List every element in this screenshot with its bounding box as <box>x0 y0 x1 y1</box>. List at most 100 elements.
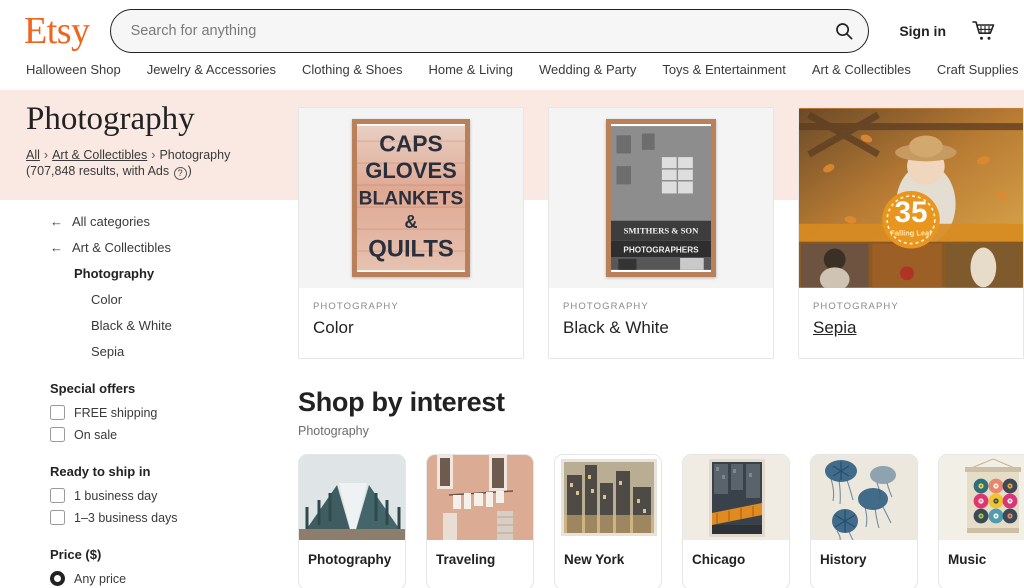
filter-heading-ready-to-ship: Ready to ship in <box>50 464 296 479</box>
category-card-black-white-caption: PHOTOGRAPHY Black & White <box>549 288 773 358</box>
category-card-sepia-caption: PHOTOGRAPHY Sepia <box>799 288 1023 358</box>
category-card-color[interactable]: CAPS GLOVES BLANKETS & QUILTS PHOTOGRAPH… <box>298 107 524 359</box>
category-nav: Halloween Shop Jewelry & Accessories Clo… <box>0 62 1024 91</box>
category-card-sepia[interactable]: 35 Falling Leaf PHOTOGRAPHY Sepia <box>798 107 1024 359</box>
breadcrumb: All›Art & Collectibles›Photography <box>26 146 296 164</box>
nav-item-toys-entertainment[interactable]: Toys & Entertainment <box>662 62 786 77</box>
filter-option-any-price-label: Any price <box>74 572 126 586</box>
interest-tile-music-label: Music <box>939 540 1024 588</box>
interest-tile-traveling-image <box>427 455 533 540</box>
svg-text:35: 35 <box>894 196 927 229</box>
filter-option-1-business-day-label: 1 business day <box>74 489 157 503</box>
filter-option-free-shipping[interactable]: FREE shipping <box>50 405 296 420</box>
interest-tile-new-york[interactable]: New York <box>554 454 662 588</box>
radio-any-price[interactable] <box>50 571 65 586</box>
sidebar-subcategory-color[interactable]: Color <box>91 292 296 307</box>
interest-tile-history-image <box>811 455 917 540</box>
interest-tile-photography-image <box>299 455 405 540</box>
search-input[interactable] <box>110 9 870 53</box>
breadcrumb-separator-2: › <box>151 148 155 162</box>
category-card-color-caption: PHOTOGRAPHY Color <box>299 288 523 358</box>
filter-option-1-3-business-days-label: 1–3 business days <box>74 511 178 525</box>
sidebar-back-all-categories-label: All categories <box>72 214 150 229</box>
sidebar-current-category: Photography <box>74 266 296 281</box>
category-card-black-white-eyebrow: PHOTOGRAPHY <box>563 301 759 312</box>
svg-text:PHOTOGRAPHERS: PHOTOGRAPHERS <box>623 246 699 255</box>
checkbox-1-3-business-days[interactable] <box>50 510 65 525</box>
interest-tile-history[interactable]: History <box>810 454 918 588</box>
nav-item-wedding-party[interactable]: Wedding & Party <box>539 62 636 77</box>
site-header: Etsy Sign in <box>0 0 1024 62</box>
breadcrumb-all[interactable]: All <box>26 148 40 162</box>
filter-option-1-3-business-days[interactable]: 1–3 business days <box>50 510 296 525</box>
breadcrumb-current: Photography <box>159 148 230 162</box>
interest-tile-music[interactable]: Music <box>938 454 1024 588</box>
filter-heading-price: Price ($) <box>50 547 296 562</box>
vinyl-records-photo <box>939 455 1024 540</box>
checkbox-1-business-day[interactable] <box>50 488 65 503</box>
autumn-ad-artwork: 35 Falling Leaf <box>799 108 1023 288</box>
checkbox-on-sale[interactable] <box>50 427 65 442</box>
cart-button[interactable] <box>972 20 996 42</box>
question-mark-icon[interactable]: ? <box>174 167 187 180</box>
city-skyline-photo <box>555 455 661 540</box>
filter-panel: ← All categories ← Art & Collectibles Ph… <box>24 214 296 588</box>
category-card-color-image: CAPS GLOVES BLANKETS & QUILTS <box>299 108 523 288</box>
filter-option-free-shipping-label: FREE shipping <box>74 406 157 420</box>
filter-option-on-sale-label: On sale <box>74 428 117 442</box>
interest-tile-row: Photography <box>298 454 1024 588</box>
elevated-train-photo <box>683 455 789 540</box>
filter-group-special-offers: Special offers FREE shipping On sale <box>50 381 296 442</box>
sidebar-subcategory-sepia[interactable]: Sepia <box>91 344 296 359</box>
interest-tile-chicago-image <box>683 455 789 540</box>
category-card-color-title: Color <box>313 318 509 338</box>
category-card-row: CAPS GLOVES BLANKETS & QUILTS PHOTOGRAPH… <box>298 107 1024 359</box>
bridge-photo <box>299 455 405 540</box>
nav-item-art-collectibles[interactable]: Art & Collectibles <box>812 62 911 77</box>
jellyfish-photo <box>811 455 917 540</box>
nav-item-clothing-shoes[interactable]: Clothing & Shoes <box>302 62 402 77</box>
results-prefix: (707,848 results, with Ads <box>26 164 173 178</box>
nav-item-home-living[interactable]: Home & Living <box>428 62 513 77</box>
sidebar-back-all-categories[interactable]: ← All categories <box>50 214 296 229</box>
filter-option-1-business-day[interactable]: 1 business day <box>50 488 296 503</box>
etsy-logo[interactable]: Etsy <box>24 12 90 50</box>
interest-tile-photography-label: Photography <box>299 540 405 588</box>
shop-by-interest-subtitle: Photography <box>298 424 1024 438</box>
shop-by-interest-section: Shop by interest Photography <box>298 387 1024 588</box>
category-card-black-white-image: SMITHERS & SON PHOTOGRAPHERS <box>549 108 773 288</box>
sidebar-subcategory-black-white[interactable]: Black & White <box>91 318 296 333</box>
nav-item-halloween-shop[interactable]: Halloween Shop <box>26 62 121 77</box>
category-card-color-eyebrow: PHOTOGRAPHY <box>313 301 509 312</box>
category-card-sepia-eyebrow: PHOTOGRAPHY <box>813 301 1009 312</box>
sign-poster-artwork: CAPS GLOVES BLANKETS & QUILTS <box>352 119 470 277</box>
building-photo-artwork: SMITHERS & SON PHOTOGRAPHERS <box>606 119 716 277</box>
main-content: CAPS GLOVES BLANKETS & QUILTS PHOTOGRAPH… <box>296 91 1024 588</box>
sidebar-back-art-collectibles[interactable]: ← Art & Collectibles <box>50 240 296 255</box>
category-card-sepia-image: 35 Falling Leaf <box>799 108 1023 288</box>
filter-heading-special-offers: Special offers <box>50 381 296 396</box>
laundry-wall-photo <box>427 455 533 540</box>
interest-tile-history-label: History <box>811 540 917 588</box>
checkbox-free-shipping[interactable] <box>50 405 65 420</box>
results-count-line: (707,848 results, with Ads ?) <box>26 164 296 180</box>
svg-text:CAPS: CAPS <box>379 130 443 156</box>
svg-text:SMITHERS & SON: SMITHERS & SON <box>624 225 700 235</box>
category-card-sepia-title: Sepia <box>813 318 1009 338</box>
interest-tile-traveling-label: Traveling <box>427 540 533 588</box>
category-card-black-white[interactable]: SMITHERS & SON PHOTOGRAPHERS PHOTOGRAPHY… <box>548 107 774 359</box>
breadcrumb-art-collectibles[interactable]: Art & Collectibles <box>52 148 147 162</box>
interest-tile-photography[interactable]: Photography <box>298 454 406 588</box>
shop-by-interest-title: Shop by interest <box>298 387 1024 418</box>
interest-tile-new-york-label: New York <box>555 540 661 588</box>
filter-option-any-price[interactable]: Any price <box>50 571 296 586</box>
nav-item-jewelry-accessories[interactable]: Jewelry & Accessories <box>147 62 276 77</box>
sign-in-button[interactable]: Sign in <box>899 23 946 39</box>
sidebar: Photography All›Art & Collectibles›Photo… <box>24 91 296 588</box>
interest-tile-traveling[interactable]: Traveling <box>426 454 534 588</box>
interest-tile-music-image <box>939 455 1024 540</box>
filter-option-on-sale[interactable]: On sale <box>50 427 296 442</box>
search-container <box>110 9 870 53</box>
nav-item-craft-supplies[interactable]: Craft Supplies <box>937 62 1019 77</box>
interest-tile-chicago[interactable]: Chicago <box>682 454 790 588</box>
